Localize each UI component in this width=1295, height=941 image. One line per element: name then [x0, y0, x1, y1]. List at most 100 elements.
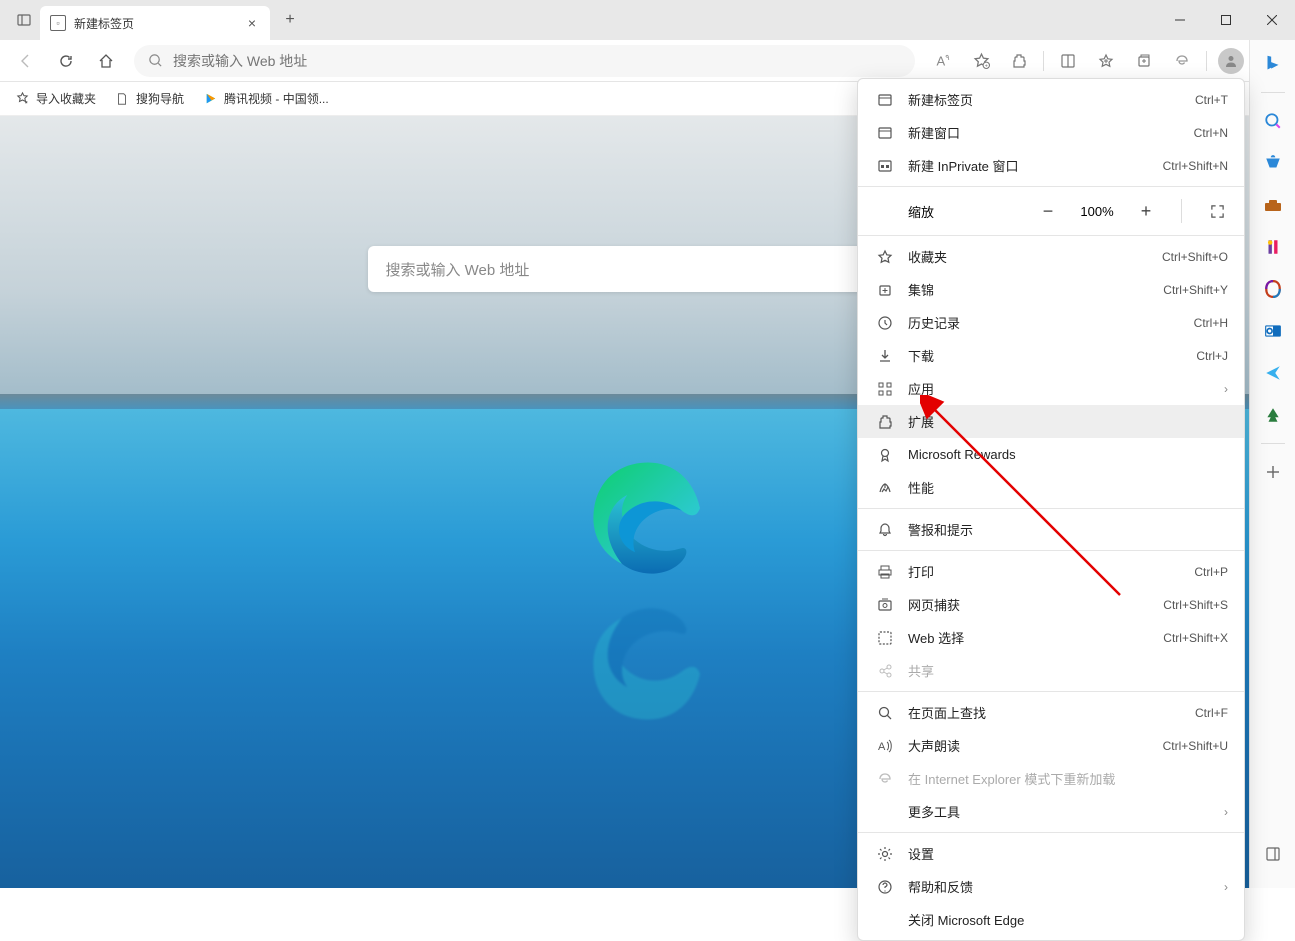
toolbar: A٩ + — [0, 40, 1295, 82]
sidebar-send-icon[interactable] — [1259, 359, 1287, 387]
chevron-right-icon: › — [1224, 805, 1228, 819]
menu-item-Microsoft-Rewards[interactable]: Microsoft Rewards — [858, 438, 1244, 471]
menu-item-新建标签页[interactable]: 新建标签页 Ctrl+T — [858, 83, 1244, 116]
menu-item-应用[interactable]: 应用 › — [858, 372, 1244, 405]
menu-label: 共享 — [908, 661, 1228, 680]
menu-separator — [858, 508, 1244, 509]
address-input[interactable] — [173, 53, 901, 69]
menu-item-历史记录[interactable]: 历史记录 Ctrl+H — [858, 306, 1244, 339]
bookmark-import-favorites[interactable]: 导入收藏夹 — [14, 90, 96, 107]
menu-item-新建-InPrivate-窗口[interactable]: 新建 InPrivate 窗口 Ctrl+Shift+N — [858, 149, 1244, 182]
menu-item-关闭-Microsoft-Edge[interactable]: 关闭 Microsoft Edge — [858, 903, 1244, 936]
edge-sidebar — [1249, 40, 1295, 888]
tab-close-button[interactable]: × — [244, 15, 260, 31]
home-button[interactable] — [88, 45, 124, 77]
back-button[interactable] — [8, 45, 44, 77]
menu-shortcut: Ctrl+F — [1195, 706, 1228, 720]
menu-label: 大声朗读 — [908, 736, 1149, 755]
sidebar-outlook-icon[interactable] — [1259, 317, 1287, 345]
search-icon — [148, 53, 163, 68]
sidebar-panel-toggle[interactable] — [1259, 840, 1287, 868]
settings-menu: 新建标签页 Ctrl+T 新建窗口 Ctrl+N 新建 InPrivate 窗口… — [857, 78, 1245, 941]
menu-label: 关闭 Microsoft Edge — [908, 910, 1228, 929]
collections-button[interactable] — [1126, 45, 1162, 77]
menu-label: Microsoft Rewards — [908, 447, 1228, 462]
page-icon — [114, 91, 130, 107]
menu-item-更多工具[interactable]: 更多工具 › — [858, 795, 1244, 828]
sidebar-search-icon[interactable] — [1259, 107, 1287, 135]
maximize-button[interactable] — [1203, 0, 1249, 40]
menu-label: 新建窗口 — [908, 123, 1180, 142]
zoom-value: 100% — [1077, 204, 1117, 219]
sidebar-shopping-icon[interactable] — [1259, 149, 1287, 177]
zoom-out-button[interactable]: − — [1037, 200, 1059, 222]
sidebar-tree-icon[interactable] — [1259, 401, 1287, 429]
sidebar-bing-icon[interactable] — [1259, 50, 1287, 78]
fullscreen-button[interactable] — [1206, 200, 1228, 222]
menu-item-在-Internet-Explorer-模式下重新加载: 在 Internet Explorer 模式下重新加载 — [858, 762, 1244, 795]
tencent-video-icon — [202, 91, 218, 107]
bookmark-sogou[interactable]: 搜狗导航 — [114, 90, 184, 107]
favorites-button[interactable]: + — [963, 45, 999, 77]
newtab-icon — [876, 91, 894, 109]
menu-item-共享: 共享 — [858, 654, 1244, 687]
menu-shortcut: Ctrl+T — [1195, 93, 1228, 107]
menu-label: 新建 InPrivate 窗口 — [908, 156, 1149, 175]
ntp-search-box[interactable]: 搜索或输入 Web 地址 — [368, 246, 928, 292]
favorites-star-button[interactable] — [1088, 45, 1124, 77]
menu-separator — [858, 235, 1244, 236]
menu-item-帮助和反馈[interactable]: 帮助和反馈 › — [858, 870, 1244, 903]
menu-item-收藏夹[interactable]: 收藏夹 Ctrl+Shift+O — [858, 240, 1244, 273]
bell-icon — [876, 521, 894, 539]
browser-tab[interactable]: ▫ 新建标签页 × — [40, 6, 270, 40]
ie-icon — [876, 770, 894, 788]
history-icon — [876, 314, 894, 332]
zoom-label: 缩放 — [908, 202, 1037, 221]
sidebar-m365-icon[interactable] — [1259, 275, 1287, 303]
menu-item-警报和提示[interactable]: 警报和提示 — [858, 513, 1244, 546]
menu-item-网页捕获[interactable]: 网页捕获 Ctrl+Shift+S — [858, 588, 1244, 621]
menu-item-设置[interactable]: 设置 — [858, 837, 1244, 870]
sidebar-games-icon[interactable] — [1259, 233, 1287, 261]
menu-label: 性能 — [908, 478, 1228, 497]
split-screen-button[interactable] — [1050, 45, 1086, 77]
select-icon — [876, 629, 894, 647]
window-icon — [876, 124, 894, 142]
menu-item-Web-选择[interactable]: Web 选择 Ctrl+Shift+X — [858, 621, 1244, 654]
avatar-icon — [1218, 48, 1244, 74]
ntp-search-placeholder: 搜索或输入 Web 地址 — [386, 259, 530, 280]
close-window-button[interactable] — [1249, 0, 1295, 40]
menu-item-扩展[interactable]: 扩展 — [858, 405, 1244, 438]
menu-shortcut: Ctrl+Shift+Y — [1163, 283, 1228, 297]
new-tab-button[interactable]: + — [276, 6, 304, 34]
window-controls — [1157, 0, 1295, 40]
menu-item-性能[interactable]: 性能 — [858, 471, 1244, 504]
menu-shortcut: Ctrl+N — [1194, 126, 1228, 140]
extensions-toolbar-button[interactable] — [1001, 45, 1037, 77]
read-aloud-toolbar-button[interactable]: A٩ — [925, 45, 961, 77]
tab-actions-button[interactable] — [8, 4, 40, 36]
profile-button[interactable] — [1213, 45, 1249, 77]
ie-mode-button[interactable] — [1164, 45, 1200, 77]
minimize-button[interactable] — [1157, 0, 1203, 40]
menu-shortcut: Ctrl+Shift+X — [1163, 631, 1228, 645]
zoom-in-button[interactable]: + — [1135, 200, 1157, 222]
menu-item-打印[interactable]: 打印 Ctrl+P — [858, 555, 1244, 588]
sidebar-divider — [1261, 92, 1285, 93]
menu-item-集锦[interactable]: 集锦 Ctrl+Shift+Y — [858, 273, 1244, 306]
address-bar[interactable] — [134, 45, 915, 77]
menu-item-下载[interactable]: 下载 Ctrl+J — [858, 339, 1244, 372]
extensions-icon — [876, 413, 894, 431]
collections-icon — [876, 281, 894, 299]
star-import-icon — [14, 91, 30, 107]
menu-shortcut: Ctrl+Shift+U — [1163, 739, 1228, 753]
menu-label: 网页捕获 — [908, 595, 1149, 614]
refresh-button[interactable] — [48, 45, 84, 77]
bookmark-tencent-video[interactable]: 腾讯视频 - 中国领... — [202, 90, 329, 107]
menu-item-新建窗口[interactable]: 新建窗口 Ctrl+N — [858, 116, 1244, 149]
sidebar-add-icon[interactable] — [1259, 458, 1287, 486]
sidebar-tools-icon[interactable] — [1259, 191, 1287, 219]
titlebar: ▫ 新建标签页 × + — [0, 0, 1295, 40]
menu-item-大声朗读[interactable]: A 大声朗读 Ctrl+Shift+U — [858, 729, 1244, 762]
menu-item-在页面上查找[interactable]: 在页面上查找 Ctrl+F — [858, 696, 1244, 729]
